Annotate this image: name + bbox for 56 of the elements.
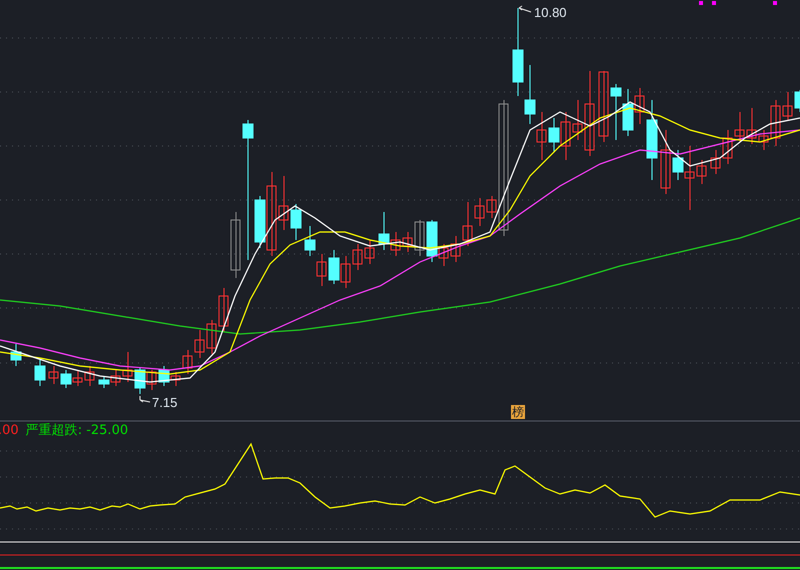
legend-label: 严重超跌: -25.00	[26, 423, 128, 438]
candlestick	[622, 88, 634, 136]
candlestick	[230, 212, 240, 278]
candlestick	[134, 368, 146, 394]
candlestick	[660, 130, 670, 194]
candlestick	[560, 112, 570, 160]
candlestick	[782, 92, 792, 120]
candlestick	[364, 240, 374, 264]
candlestick	[328, 250, 340, 284]
candlestick	[290, 204, 302, 240]
leader-line	[518, 6, 532, 12]
candlestick	[414, 220, 424, 256]
low-price-label: 7.15	[152, 395, 178, 410]
candlestick	[710, 150, 720, 174]
candlestick	[182, 350, 192, 374]
candlestick	[60, 370, 72, 388]
candlestick	[48, 366, 58, 384]
candlestick	[72, 370, 82, 386]
candlestick	[734, 112, 744, 142]
candlestick	[206, 320, 216, 354]
candlestick	[610, 84, 622, 140]
candlestick	[352, 244, 362, 270]
candlestick	[146, 370, 156, 390]
candlestick	[722, 130, 732, 164]
candlestick	[98, 376, 110, 388]
marker-badge: 榜	[511, 405, 525, 419]
candlestick	[758, 130, 768, 150]
candlestick	[84, 366, 94, 386]
candlestick	[34, 360, 46, 386]
candlestick	[572, 100, 582, 140]
candlestick	[194, 330, 204, 358]
candlestick	[486, 196, 496, 218]
candlestick	[304, 226, 316, 256]
candlestick	[794, 90, 800, 112]
candlestick	[770, 100, 780, 146]
candlestick	[340, 256, 350, 288]
candlestick	[110, 370, 120, 386]
candlestick	[158, 366, 170, 386]
candlestick	[462, 202, 472, 246]
high-price-label: 10.80	[534, 5, 567, 20]
candlestick	[536, 112, 546, 160]
candlestick	[170, 372, 180, 386]
candlestick	[746, 108, 756, 144]
candlestick	[696, 160, 706, 184]
candlestick	[278, 176, 288, 230]
candlestick	[598, 70, 608, 142]
candlestick	[548, 118, 560, 152]
candlestick	[218, 288, 228, 332]
candlestick	[402, 232, 412, 252]
leader-line	[140, 396, 150, 402]
candlestick	[316, 254, 326, 286]
candlestick	[450, 236, 460, 262]
candlestick	[10, 344, 22, 366]
candlestick	[474, 198, 484, 226]
candlestick	[634, 88, 644, 124]
candlestick	[122, 352, 132, 382]
